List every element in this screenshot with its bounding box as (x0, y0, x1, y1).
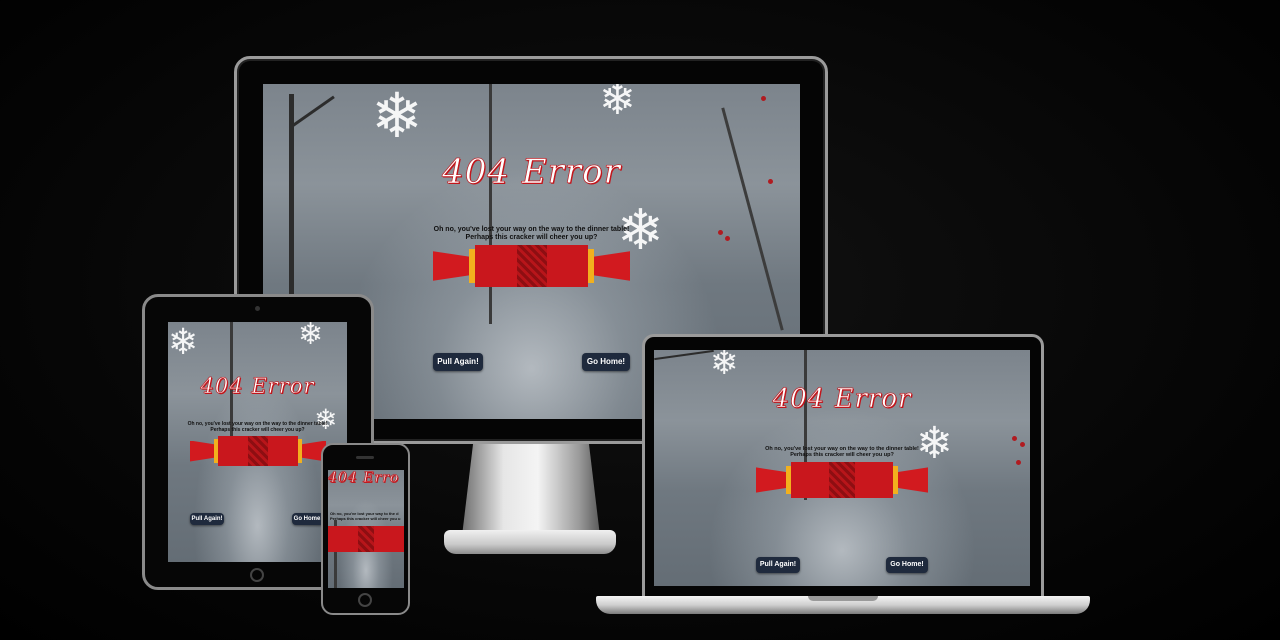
cracker-pattern (358, 526, 374, 552)
cracker-body (218, 436, 298, 466)
error-title: 404 Erro (328, 470, 400, 486)
snowflake-icon: ❄ (168, 322, 199, 362)
cracker-pattern (248, 436, 268, 466)
snowflake-icon: ❄ (710, 350, 739, 382)
cracker-end (190, 440, 214, 462)
go-home-button[interactable]: Go Home! (292, 513, 324, 525)
cracker-pattern (516, 245, 547, 287)
pull-again-button[interactable]: Pull Again! (190, 513, 224, 525)
tablet-camera (255, 306, 260, 311)
cracker-end (433, 251, 469, 281)
berry (1012, 436, 1017, 441)
error-message: Oh no, you've lost your way on the way t… (654, 446, 1030, 459)
monitor-base (444, 530, 616, 554)
christmas-cracker[interactable] (433, 245, 630, 287)
monitor-stand (462, 444, 600, 536)
tree-branch (654, 350, 714, 361)
tablet-home-button (250, 568, 264, 582)
cracker-band (893, 465, 898, 495)
pull-again-button[interactable]: Pull Again! (756, 557, 800, 573)
cracker-band (298, 439, 302, 463)
christmas-cracker[interactable] (756, 462, 928, 498)
tree-branch (292, 95, 335, 127)
cracker-body (791, 462, 893, 498)
snowflake-icon: ❄ (298, 322, 324, 351)
error-title: 404 Error (442, 152, 621, 193)
error-message: Oh no, you've lost your way to the d Per… (330, 511, 404, 521)
cracker-end (756, 467, 786, 493)
error-title: 404 Error (200, 374, 315, 399)
laptop-screen: ❄ ❄ 404 Error Oh no, you've lost your wa… (654, 350, 1030, 586)
message-line: Perhaps this cracker will cheer you up? (790, 452, 894, 459)
snowflake-icon: ❄ (599, 84, 636, 124)
error-title: 404 Error (772, 384, 912, 415)
phone-speaker (356, 456, 374, 459)
message-line: Oh no, you've lost your way on the way t… (433, 226, 630, 233)
berry (1016, 460, 1021, 465)
pull-again-button[interactable]: Pull Again! (433, 353, 483, 371)
go-home-button[interactable]: Go Home! (582, 353, 630, 371)
error-message: Oh no, you've lost your way on the way t… (168, 421, 347, 434)
message-line: Perhaps this cracker will cheer you up? (210, 426, 305, 433)
christmas-cracker[interactable] (190, 436, 326, 466)
message-line: Perhaps this cracker will cheer you up? (465, 234, 598, 242)
go-home-button[interactable]: Go Home! (886, 557, 928, 573)
cracker-end (594, 251, 630, 281)
cracker-pattern (829, 462, 855, 498)
message-line: Perhaps this cracker will cheer you u (330, 515, 401, 521)
error-message: Oh no, you've lost your way on the way t… (263, 226, 800, 242)
phone-screen: 404 Erro Oh no, you've lost your way to … (328, 470, 404, 588)
cracker-body (475, 245, 588, 287)
snowflake-icon: ❄ (916, 419, 953, 468)
cracker-body (328, 526, 404, 552)
snowflake-icon: ❄ (371, 84, 423, 151)
berry (761, 96, 766, 101)
tree-branch (721, 107, 784, 331)
cracker-band (588, 249, 594, 283)
phone-home-button (358, 593, 372, 607)
tree-trunk (489, 84, 492, 324)
laptop-notch (808, 596, 878, 601)
christmas-cracker[interactable] (328, 526, 404, 552)
cracker-end (898, 467, 928, 493)
